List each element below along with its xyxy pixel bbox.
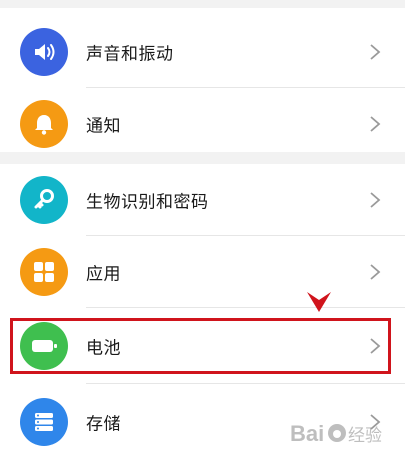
chevron-right-icon (370, 338, 381, 354)
chevron-right-icon (370, 116, 381, 132)
settings-item-storage[interactable]: 存储 (0, 386, 405, 458)
settings-group-2: 生物识别和密码 应用 电池 存储 (0, 164, 405, 463)
grid-icon (20, 248, 68, 296)
storage-label: 存储 (86, 414, 121, 435)
settings-group-1: 声音和振动 通知 (0, 8, 405, 152)
chevron-right-icon (370, 414, 381, 430)
chevron-right-icon (370, 264, 381, 280)
biometric-label: 生物识别和密码 (86, 192, 209, 213)
settings-item-sound[interactable]: 声音和振动 (0, 16, 405, 88)
settings-item-notify[interactable]: 通知 (0, 88, 405, 160)
speaker-icon (20, 28, 68, 76)
settings-item-apps[interactable]: 应用 (0, 236, 405, 308)
divider (86, 383, 405, 384)
settings-item-biometric[interactable]: 生物识别和密码 (0, 164, 405, 236)
sound-label: 声音和振动 (86, 44, 174, 65)
annotation-arrow-icon (307, 292, 331, 312)
battery-label: 电池 (86, 338, 121, 359)
settings-item-battery[interactable]: 电池 (0, 310, 405, 382)
chevron-right-icon (370, 44, 381, 60)
battery-icon (20, 322, 68, 370)
key-icon (20, 176, 68, 224)
storage-icon (20, 398, 68, 446)
apps-label: 应用 (86, 264, 121, 285)
bell-icon (20, 100, 68, 148)
divider (86, 307, 405, 308)
notify-label: 通知 (86, 116, 121, 137)
chevron-right-icon (370, 192, 381, 208)
